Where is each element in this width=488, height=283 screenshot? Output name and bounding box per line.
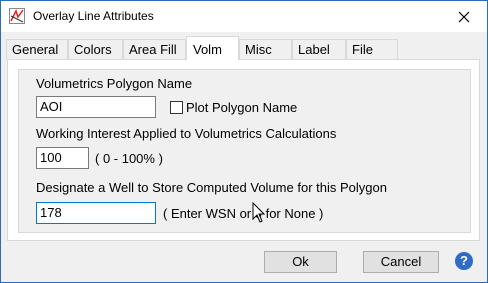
window-title: Overlay Line Attributes: [33, 9, 154, 23]
tab-misc[interactable]: Misc: [239, 39, 292, 59]
plot-polygon-name-label: Plot Polygon Name: [186, 100, 298, 115]
close-icon: [458, 11, 470, 22]
ok-button[interactable]: Ok: [264, 251, 337, 273]
well-label: Designate a Well to Store Computed Volum…: [36, 180, 387, 195]
mouse-cursor-icon: [252, 202, 266, 223]
volm-group: Volumetrics Polygon Name AOI Plot Polygo…: [18, 69, 471, 233]
tab-volm[interactable]: Volm: [186, 36, 239, 60]
tab-label: Area Fill: [129, 42, 177, 57]
tab-label: General: [12, 42, 59, 57]
plot-polygon-name-checkbox[interactable]: [170, 101, 183, 114]
help-icon[interactable]: ?: [455, 252, 473, 270]
tab-panel: Volumetrics Polygon Name AOI Plot Polygo…: [7, 59, 480, 241]
tab-area-fill[interactable]: Area Fill: [123, 39, 186, 59]
close-button[interactable]: [441, 1, 487, 32]
polygon-name-label: Volumetrics Polygon Name: [36, 76, 193, 91]
tab-general[interactable]: General: [6, 39, 68, 59]
working-interest-hint: ( 0 - 100% ): [95, 151, 163, 166]
working-interest-input[interactable]: 100: [36, 147, 89, 169]
tab-label: Colors: [74, 42, 112, 57]
app-icon: [9, 8, 25, 24]
tab-label: Volm: [193, 42, 222, 57]
cancel-button[interactable]: Cancel: [363, 251, 439, 273]
title-bar: Overlay Line Attributes: [1, 1, 487, 32]
tab-label: File: [352, 42, 373, 57]
tab-label[interactable]: Label: [292, 39, 346, 59]
dialog-window: Overlay Line Attributes General Colors A…: [0, 0, 488, 283]
polygon-name-input[interactable]: AOI: [36, 96, 156, 118]
tab-colors[interactable]: Colors: [68, 39, 123, 59]
well-input[interactable]: 178: [36, 202, 156, 224]
tab-label: Misc: [245, 42, 272, 57]
tab-file[interactable]: File: [346, 39, 398, 59]
well-hint: ( Enter WSN or 0 for None ): [163, 206, 324, 221]
working-interest-label: Working Interest Applied to Volumetrics …: [36, 126, 337, 141]
tab-label: Label: [298, 42, 330, 57]
